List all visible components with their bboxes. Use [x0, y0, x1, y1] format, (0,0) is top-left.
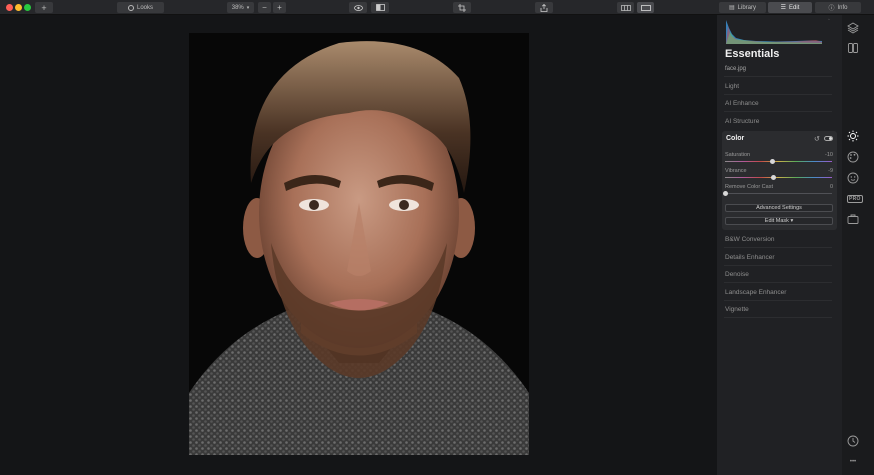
histogram: [726, 20, 822, 44]
zoom-value: 38%: [231, 4, 244, 11]
history-clock-icon[interactable]: [847, 435, 859, 447]
tab-info-label: Info: [837, 4, 848, 11]
section-denoise[interactable]: Denoise: [725, 271, 749, 278]
info-icon: ⓘ: [828, 6, 835, 12]
divider: [724, 76, 832, 77]
reset-icon[interactable]: ↺: [814, 135, 820, 143]
compare-icon: [375, 4, 385, 11]
saturation-slider[interactable]: [725, 161, 832, 162]
panel-title: Essentials: [725, 48, 780, 60]
close-window-button[interactable]: [6, 4, 13, 11]
section-landscape-enhancer[interactable]: Landscape Enhancer: [725, 289, 786, 296]
crop-icon: [458, 3, 466, 12]
add-button[interactable]: +: [35, 2, 53, 13]
briefcase-icon[interactable]: [847, 213, 859, 225]
single-view-icon: [640, 4, 651, 11]
layers-icon[interactable]: [847, 22, 859, 34]
divider: [724, 265, 832, 266]
chevron-down-icon: ▾: [246, 4, 250, 11]
color-section: [722, 131, 837, 230]
file-name: face.jpg: [725, 66, 747, 72]
zoom-dropdown[interactable]: 38% ▾: [227, 2, 254, 13]
portrait-face-icon[interactable]: [847, 172, 859, 184]
section-bw-conversion[interactable]: B&W Conversion: [725, 236, 775, 243]
eye-icon: [353, 4, 363, 11]
tab-edit-label: Edit: [789, 4, 800, 11]
crop-button[interactable]: [453, 2, 471, 13]
tab-edit[interactable]: ☰ Edit: [768, 2, 812, 13]
vibrance-label: Vibrance: [725, 168, 747, 174]
divider: [724, 300, 832, 301]
looks-icon: [127, 4, 134, 11]
divider: [724, 94, 832, 95]
palette-icon[interactable]: [847, 151, 859, 163]
vibrance-value[interactable]: -9: [828, 168, 833, 174]
divider: [724, 317, 832, 318]
section-ai-structure[interactable]: AI Structure: [725, 118, 759, 125]
filmstrip-icon: [620, 4, 631, 11]
tab-library-label: Library: [737, 4, 756, 11]
top-toolbar: + Looks 38% ▾ − + ▤ Library ☰ Edit ⓘ Inf…: [0, 0, 874, 15]
portrait-photo: [189, 33, 529, 455]
divider: [724, 247, 832, 248]
edit-mask-button[interactable]: Edit Mask ▾: [725, 217, 833, 225]
section-light[interactable]: Light: [725, 83, 739, 90]
section-vignette[interactable]: Vignette: [725, 306, 749, 313]
library-icon: ▤: [728, 5, 735, 11]
color-section-title[interactable]: Color: [726, 135, 744, 142]
section-details-enhancer[interactable]: Details Enhancer: [725, 254, 775, 261]
pro-badge: PRO: [847, 195, 863, 203]
divider: [724, 282, 832, 283]
minimize-window-button[interactable]: [15, 4, 22, 11]
looks-label: Looks: [136, 4, 153, 11]
saturation-value[interactable]: -10: [825, 152, 833, 158]
remove-color-cast-label: Remove Color Cast: [725, 184, 773, 190]
saturation-slider-knob[interactable]: [770, 159, 775, 164]
sliders-icon: ☰: [780, 5, 787, 11]
remove-color-cast-slider-knob[interactable]: [723, 191, 728, 196]
remove-color-cast-slider[interactable]: [725, 193, 832, 194]
looks-button[interactable]: Looks: [117, 2, 164, 13]
share-icon: [540, 3, 548, 12]
histogram-toggle-icon[interactable]: ◦: [828, 17, 830, 23]
more-options-icon[interactable]: •••: [847, 456, 859, 468]
compare-panels-icon[interactable]: [847, 42, 859, 54]
compare-button[interactable]: [371, 2, 389, 13]
saturation-label: Saturation: [725, 152, 751, 158]
tool-rail: [842, 15, 874, 475]
single-view-button[interactable]: [637, 2, 654, 13]
toggle-knob-icon: [829, 137, 832, 140]
zoom-in-button[interactable]: +: [273, 2, 286, 13]
zoom-out-button[interactable]: −: [258, 2, 271, 13]
tab-library[interactable]: ▤ Library: [719, 2, 766, 13]
vibrance-slider-knob[interactable]: [771, 175, 776, 180]
preview-eye-button[interactable]: [349, 2, 367, 13]
tab-info[interactable]: ⓘ Info: [815, 2, 861, 13]
vibrance-slider[interactable]: [725, 177, 832, 178]
image-canvas[interactable]: [0, 15, 717, 475]
advanced-settings-button[interactable]: Advanced Settings: [725, 204, 833, 212]
zoom-window-button[interactable]: [24, 4, 31, 11]
pro-tools-icon[interactable]: PRO: [847, 193, 863, 205]
essentials-sun-icon[interactable]: [847, 130, 859, 142]
divider: [724, 111, 832, 112]
visibility-toggle[interactable]: [824, 136, 833, 141]
section-ai-enhance[interactable]: AI Enhance: [725, 100, 759, 107]
remove-color-cast-value[interactable]: 0: [830, 184, 833, 190]
grid-view-button[interactable]: [617, 2, 634, 13]
share-button[interactable]: [535, 2, 553, 13]
